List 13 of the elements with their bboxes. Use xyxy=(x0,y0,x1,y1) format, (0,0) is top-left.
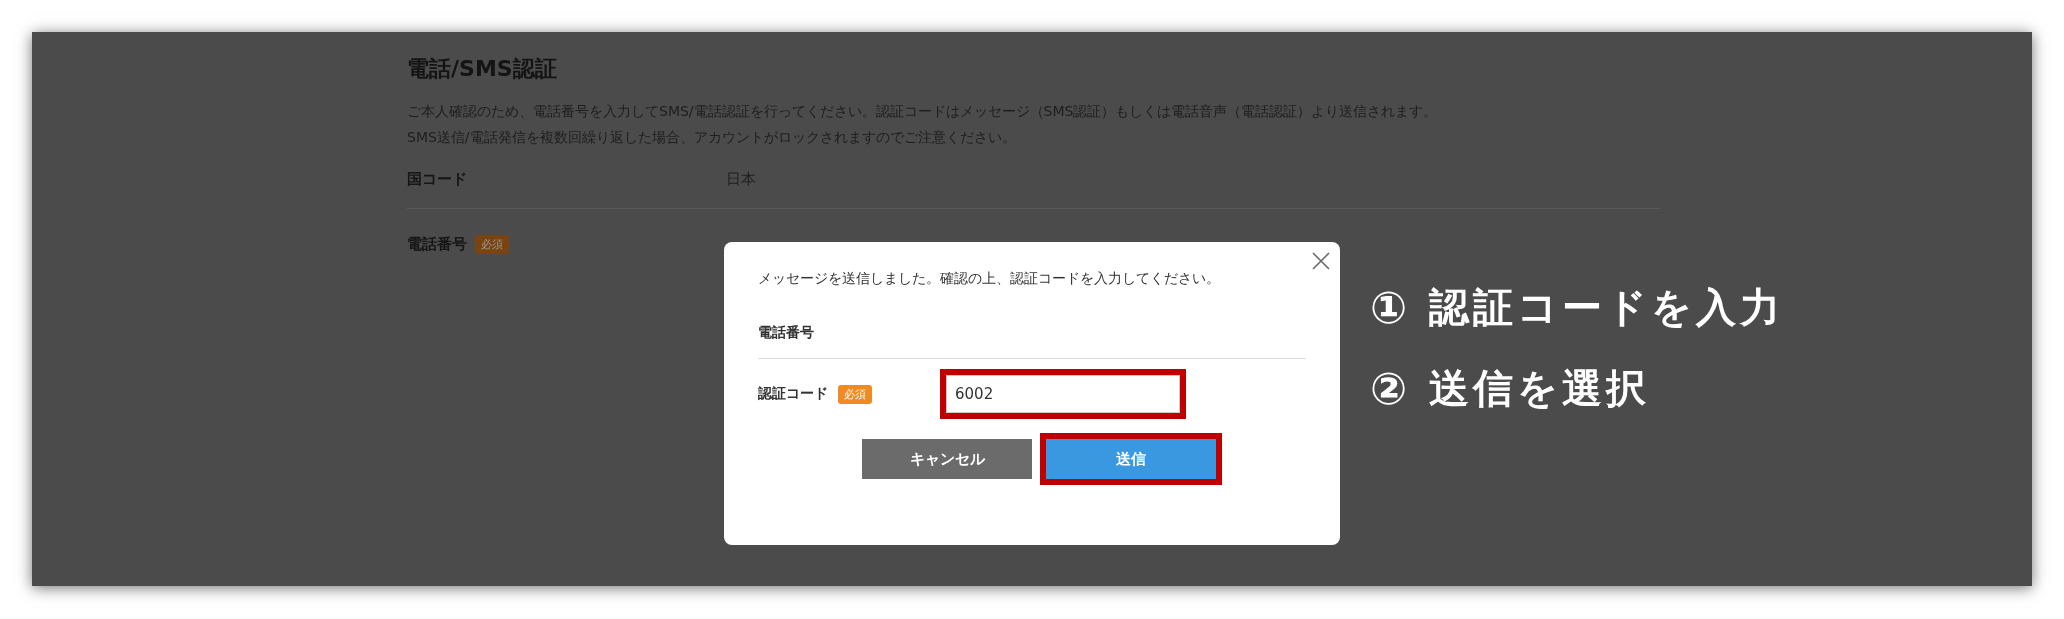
dialog-message: メッセージを送信しました。確認の上、認証コードを入力してください。 xyxy=(758,270,1221,288)
annotation-text: 認証コードを入力 xyxy=(1429,283,1785,332)
field-label: 電話番号 xyxy=(758,324,814,340)
code-input[interactable]: 6002 xyxy=(946,375,1180,413)
submit-button[interactable]: 送信 xyxy=(1046,439,1216,479)
required-badge: 必須 xyxy=(838,384,872,404)
close-icon[interactable] xyxy=(1312,252,1330,270)
cancel-button[interactable]: キャンセル xyxy=(862,439,1032,479)
required-badge: 必須 xyxy=(475,234,509,254)
annotation-text: 送信を選択 xyxy=(1429,364,1651,413)
step-number: ① xyxy=(1370,282,1408,333)
field-label: 認証コード xyxy=(758,385,828,403)
step-number: ② xyxy=(1370,363,1408,414)
